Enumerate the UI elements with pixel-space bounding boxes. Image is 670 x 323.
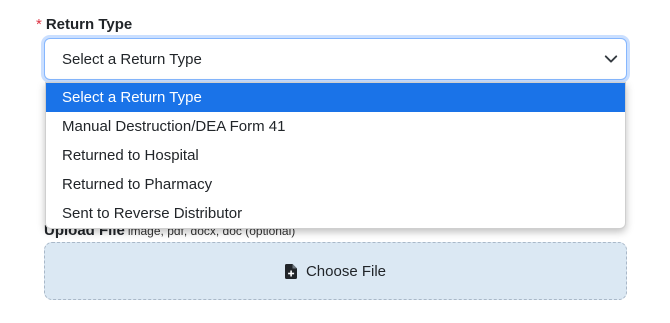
return-type-dropdown: Select a Return Type Manual Destruction/… — [45, 82, 626, 229]
option-select-a-return-type[interactable]: Select a Return Type — [46, 83, 625, 112]
return-type-label-text: Return Type — [45, 16, 133, 33]
option-returned-to-hospital[interactable]: Returned to Hospital — [46, 141, 625, 170]
choose-file-button[interactable]: Choose File — [44, 242, 627, 300]
file-plus-icon — [284, 263, 297, 279]
return-type-label: * Return Type — [36, 16, 132, 33]
option-manual-destruction[interactable]: Manual Destruction/DEA Form 41 — [46, 112, 625, 141]
required-mark: * — [36, 16, 42, 33]
return-type-selected-value: Select a Return Type — [62, 50, 202, 68]
chevron-down-icon — [604, 55, 618, 63]
choose-file-label: Choose File — [305, 262, 387, 280]
option-returned-to-pharmacy[interactable]: Returned to Pharmacy — [46, 170, 625, 199]
option-sent-to-reverse-distributor[interactable]: Sent to Reverse Distributor — [46, 199, 625, 228]
page: * Return Type Select a Return Type Upload… — [0, 0, 670, 323]
return-type-select[interactable]: Select a Return Type — [44, 38, 627, 80]
